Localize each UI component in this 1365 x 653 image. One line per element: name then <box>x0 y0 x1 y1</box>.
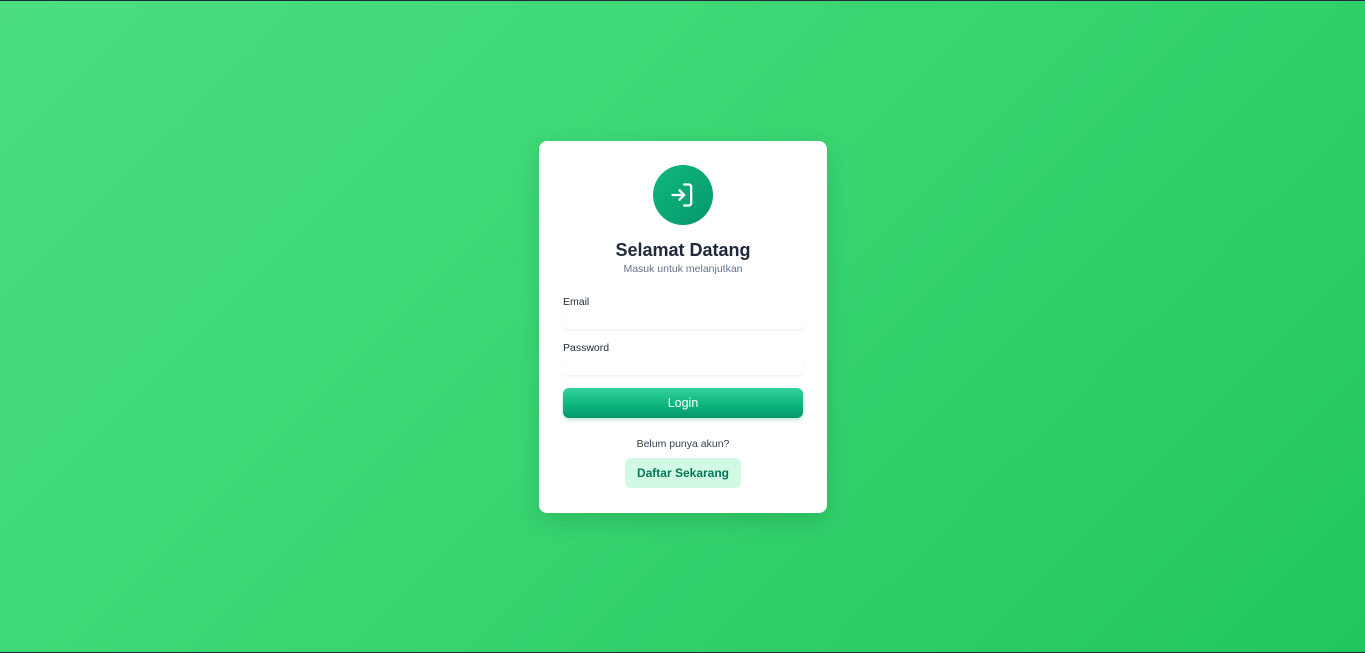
password-field[interactable] <box>563 356 803 376</box>
login-logo-circle <box>653 165 713 225</box>
login-button[interactable]: Login <box>563 388 803 418</box>
login-card: Selamat Datang Masuk untuk melanjutkan E… <box>539 141 827 513</box>
password-label: Password <box>563 342 610 354</box>
email-field[interactable] <box>563 310 803 330</box>
register-prompt: Belum punya akun? <box>636 438 730 450</box>
email-label: Email <box>563 296 590 308</box>
login-arrow-icon <box>671 183 693 207</box>
page-subtitle: Masuk untuk melanjutkan <box>623 263 743 275</box>
page-title: Selamat Datang <box>615 240 751 260</box>
register-button[interactable]: Daftar Sekarang <box>624 458 742 488</box>
register-button-wrap: Daftar Sekarang <box>563 458 803 488</box>
